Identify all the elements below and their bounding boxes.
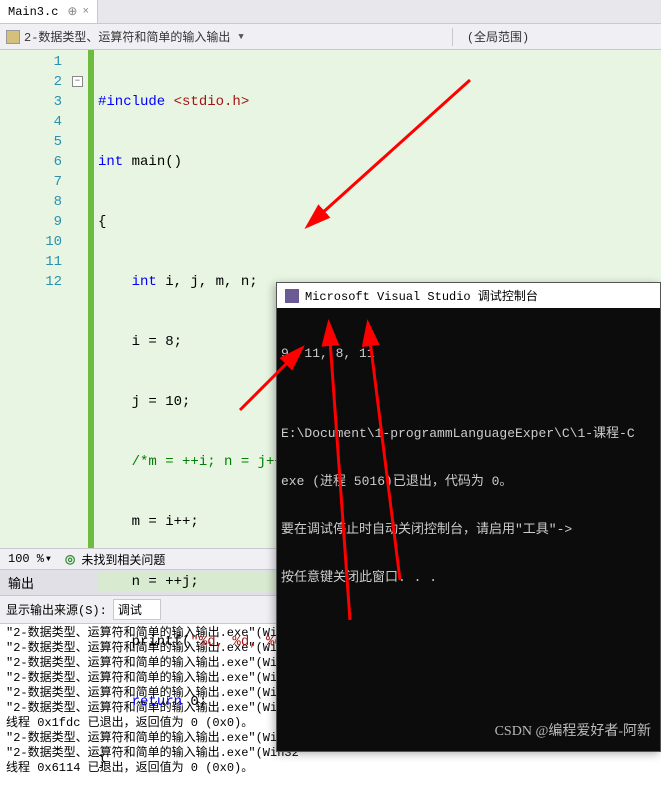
console-output: 9, 11, 8, 11 E:\Document\1-programmLangu… xyxy=(277,308,660,624)
project-icon xyxy=(6,30,20,44)
fold-toggle[interactable]: − xyxy=(72,76,83,87)
project-dropdown[interactable]: 2-数据类型、运算符和简单的输入输出 xyxy=(0,26,236,47)
output-source-label: 显示输出来源(S): xyxy=(6,601,107,618)
chevron-down-icon[interactable]: ▼ xyxy=(238,32,243,42)
status-ok-icon: ◎ xyxy=(65,552,75,567)
fold-column: − xyxy=(72,50,88,548)
line-gutter: 1 2 3 4 5 6 7 8 9 10 11 12 xyxy=(0,50,72,548)
divider xyxy=(452,28,453,46)
pin-icon[interactable]: ⊕ xyxy=(67,4,77,19)
zoom-level[interactable]: 100 % ▼ xyxy=(0,552,59,566)
context-bar: 2-数据类型、运算符和简单的输入输出 ▼ (全局范围) xyxy=(0,24,661,50)
project-name: 2-数据类型、运算符和简单的输入输出 xyxy=(24,28,230,45)
console-titlebar[interactable]: Microsoft Visual Studio 调试控制台 xyxy=(277,283,660,308)
vs-icon xyxy=(285,289,299,303)
tab-bar: Main3.c ⊕ × xyxy=(0,0,661,24)
scope-dropdown[interactable]: (全局范围) xyxy=(461,26,535,47)
debug-console-window[interactable]: Microsoft Visual Studio 调试控制台 9, 11, 8, … xyxy=(276,282,661,752)
scope-label: (全局范围) xyxy=(467,28,529,45)
tab-filename: Main3.c xyxy=(8,5,58,19)
console-title-text: Microsoft Visual Studio 调试控制台 xyxy=(305,287,538,304)
close-icon[interactable]: × xyxy=(82,6,89,18)
file-tab[interactable]: Main3.c ⊕ × xyxy=(0,0,98,23)
watermark: CSDN @编程爱好者-阿新 xyxy=(495,720,651,740)
chevron-down-icon: ▼ xyxy=(46,555,51,564)
